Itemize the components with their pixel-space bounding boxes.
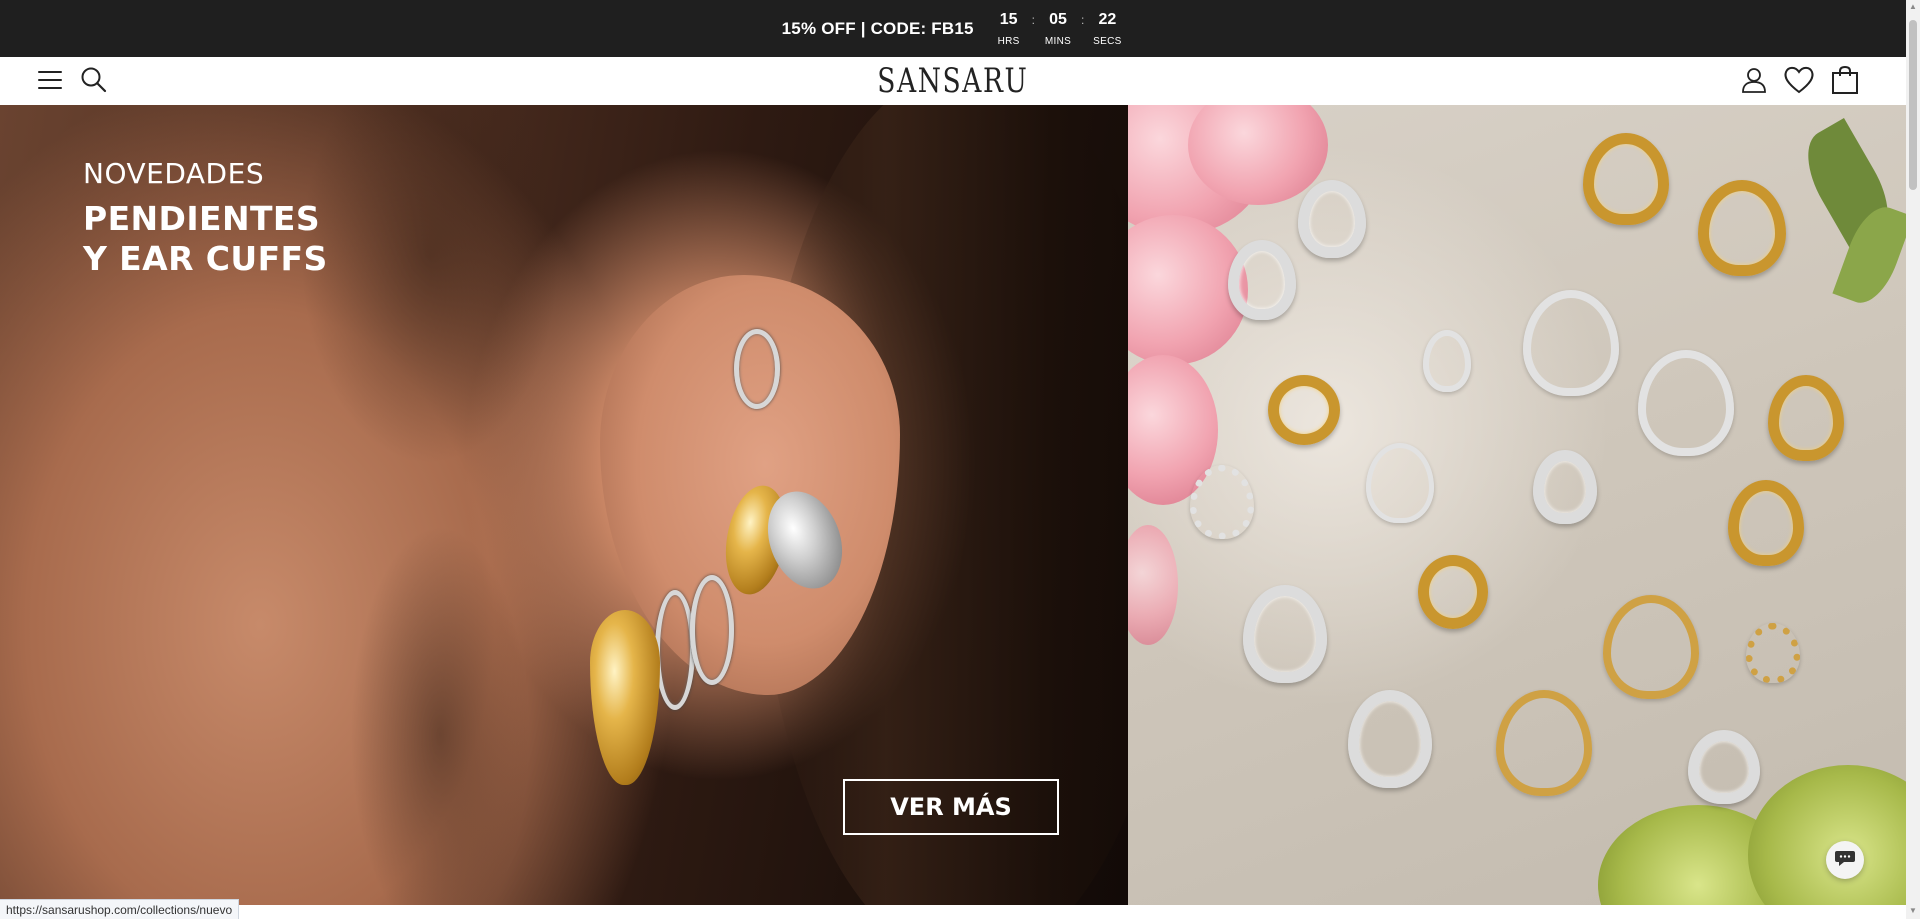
hero-kicker: NOVEDADES: [83, 157, 265, 190]
promo-text: 15% OFF | CODE: FB15: [781, 18, 974, 38]
countdown-timer: 15 HRS : 05 MINS : 22 SECS: [992, 10, 1125, 48]
status-url: https://sansarushop.com/collections/nuev…: [0, 899, 240, 919]
gold-hoop: [1583, 133, 1669, 225]
silver-hoop: [1523, 290, 1619, 396]
countdown-hours: 15 HRS: [992, 10, 1026, 48]
gold-ear-cuff: [1418, 555, 1488, 629]
gold-hoop: [1698, 180, 1786, 276]
gold-hoop: [1728, 480, 1804, 566]
hero-heading-line1: PENDIENTES: [83, 199, 320, 238]
countdown-separator: :: [1031, 12, 1035, 27]
countdown-minutes-label: MINS: [1044, 35, 1072, 47]
gold-hoop: [1496, 690, 1592, 796]
silver-hoop: [1228, 240, 1296, 320]
account-icon[interactable]: [1736, 62, 1772, 98]
silver-ear-cuff: [1533, 450, 1597, 524]
promo-bar: 15% OFF | CODE: FB15 15 HRS : 05 MINS : …: [0, 0, 1906, 57]
pink-flower: [1128, 525, 1178, 645]
chat-bubble-icon: [1834, 848, 1856, 873]
green-flowers: [1748, 765, 1906, 905]
logo: SANSARU: [0, 57, 1906, 105]
silver-hoop: [1688, 730, 1760, 804]
gold-beaded-cuff: [1746, 623, 1800, 683]
silver-hoop: [1638, 350, 1734, 456]
hero-heading-line2: Y EAR CUFFS: [83, 239, 328, 278]
hero-banner[interactable]: NOVEDADES PENDIENTES Y EAR CUFFS VER MÁS: [0, 105, 1906, 905]
menu-icon[interactable]: [32, 62, 68, 98]
silver-ear-cuff: [1423, 330, 1471, 392]
hero-image-earrings-flatlay: [1128, 105, 1906, 905]
scroll-up-arrow-icon[interactable]: ▲: [1908, 2, 1918, 12]
logo-text[interactable]: SANSARU: [877, 61, 1028, 101]
hero-title: NOVEDADES PENDIENTES Y EAR CUFFS: [83, 157, 328, 279]
silver-beaded-cuff: [1190, 465, 1254, 539]
page-scrollbar[interactable]: ▲ ▼: [1906, 0, 1920, 919]
hero-heading: PENDIENTES Y EAR CUFFS: [83, 199, 328, 279]
countdown-separator: :: [1081, 12, 1085, 27]
site-header: SANSARU: [0, 57, 1906, 106]
hero-image-ear-model: NOVEDADES PENDIENTES Y EAR CUFFS VER MÁS: [0, 105, 1180, 905]
scroll-down-arrow-icon[interactable]: ▼: [1908, 906, 1918, 916]
scrollbar-thumb[interactable]: [1909, 20, 1917, 190]
gold-drop-earring: [590, 610, 660, 785]
countdown-seconds-label: SECS: [1093, 35, 1122, 47]
silver-hoop: [1298, 180, 1366, 258]
gold-hoop: [1603, 595, 1699, 699]
countdown-hours-label: HRS: [997, 35, 1020, 47]
countdown-seconds: 22 SECS: [1090, 10, 1124, 48]
silver-hoop-earring: [734, 329, 780, 409]
ver-mas-button[interactable]: VER MÁS: [843, 779, 1059, 835]
silver-ear-cuff: [1366, 443, 1434, 523]
countdown-minutes: 05 MINS: [1041, 10, 1075, 48]
gold-ear-cuff: [1268, 375, 1340, 445]
cart-bag-icon[interactable]: [1827, 62, 1863, 98]
countdown-seconds-value: 22: [1098, 10, 1117, 28]
chat-button[interactable]: [1826, 841, 1864, 879]
wishlist-heart-icon[interactable]: [1781, 62, 1817, 98]
search-icon[interactable]: [76, 62, 112, 98]
silver-hoop: [1243, 585, 1327, 683]
countdown-minutes-value: 05: [1049, 10, 1067, 28]
countdown-hours-value: 15: [999, 10, 1018, 28]
silver-hoop: [1348, 690, 1432, 788]
gold-hoop: [1768, 375, 1844, 461]
silver-hoop-earring: [690, 575, 734, 685]
silver-hoop-earring: [655, 590, 695, 710]
